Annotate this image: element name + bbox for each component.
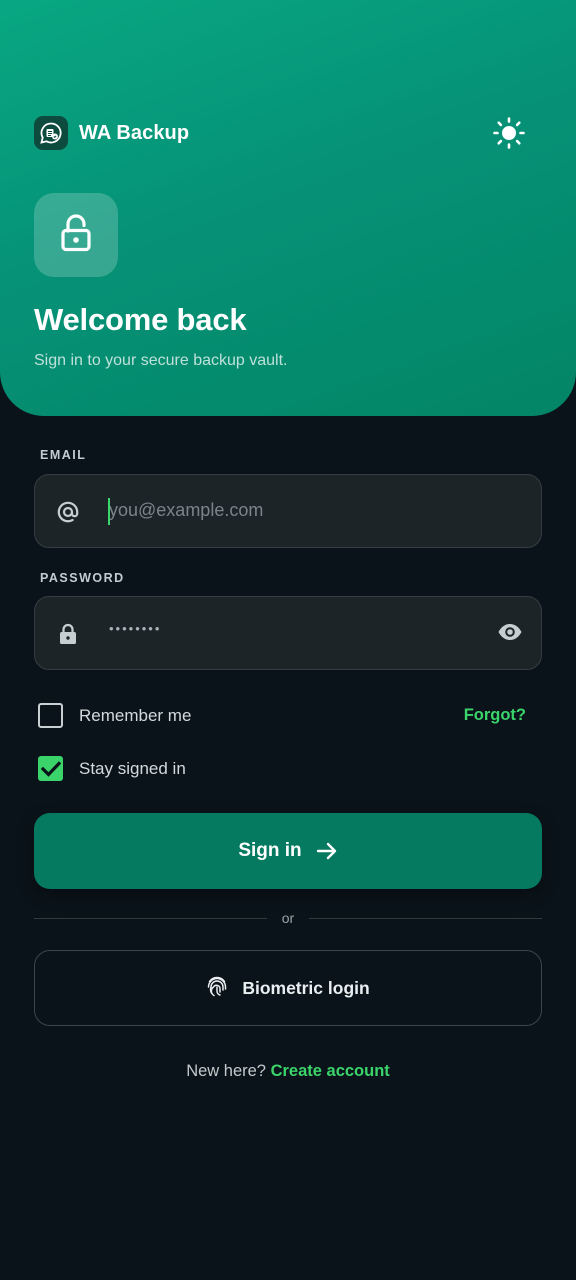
signup-prompt: New here? Create account: [0, 1062, 576, 1081]
password-input[interactable]: ••••••••: [109, 621, 161, 636]
remember-me-label: Remember me: [79, 705, 192, 725]
hero-lock-tile: [34, 193, 118, 277]
create-account-link[interactable]: Create account: [271, 1062, 390, 1080]
text-caret: [108, 498, 110, 525]
forgot-password-link[interactable]: Forgot?: [464, 706, 526, 725]
page-subtitle: Sign in to your secure backup vault.: [34, 352, 288, 369]
sign-in-label: Sign in: [238, 840, 302, 861]
email-field[interactable]: [34, 474, 542, 548]
eye-icon: [497, 623, 523, 646]
checkmark-icon: [40, 760, 61, 777]
signup-prompt-text: New here?: [186, 1062, 266, 1080]
page-title: Welcome back: [34, 302, 247, 337]
divider-line-left: [34, 918, 267, 919]
at-sign-icon: [55, 499, 81, 525]
toggle-password-visibility-button[interactable]: [495, 619, 525, 649]
divider-text: or: [281, 910, 295, 926]
checkbox-checked[interactable]: [38, 756, 63, 781]
app-brand: WA Backup: [34, 116, 189, 150]
app-name: WA Backup: [79, 121, 190, 144]
theme-toggle-button[interactable]: [488, 114, 530, 156]
divider-line-right: [309, 918, 542, 919]
biometric-login-button[interactable]: Biometric login: [34, 950, 542, 1026]
email-input[interactable]: [107, 475, 507, 546]
sign-in-button[interactable]: Sign in: [34, 813, 542, 889]
hero-header: WA Backup Welcome back Sign in to your s…: [0, 0, 576, 416]
stay-signed-in-checkbox[interactable]: Stay signed in: [38, 756, 186, 781]
arrow-right-icon: [316, 841, 338, 861]
password-field[interactable]: ••••••••: [34, 596, 542, 670]
biometric-login-label: Biometric login: [242, 977, 370, 998]
fingerprint-icon: [206, 974, 228, 1003]
whatsapp-backup-icon: [34, 116, 68, 150]
remember-me-checkbox[interactable]: Remember me: [38, 703, 191, 728]
lock-icon: [55, 621, 81, 647]
password-label: PASSWORD: [40, 571, 125, 585]
checkbox-unchecked[interactable]: [38, 703, 63, 728]
unlocked-padlock-icon: [58, 213, 94, 258]
email-label: EMAIL: [40, 448, 87, 462]
stay-signed-in-label: Stay signed in: [79, 758, 186, 778]
sun-icon: [492, 116, 526, 155]
